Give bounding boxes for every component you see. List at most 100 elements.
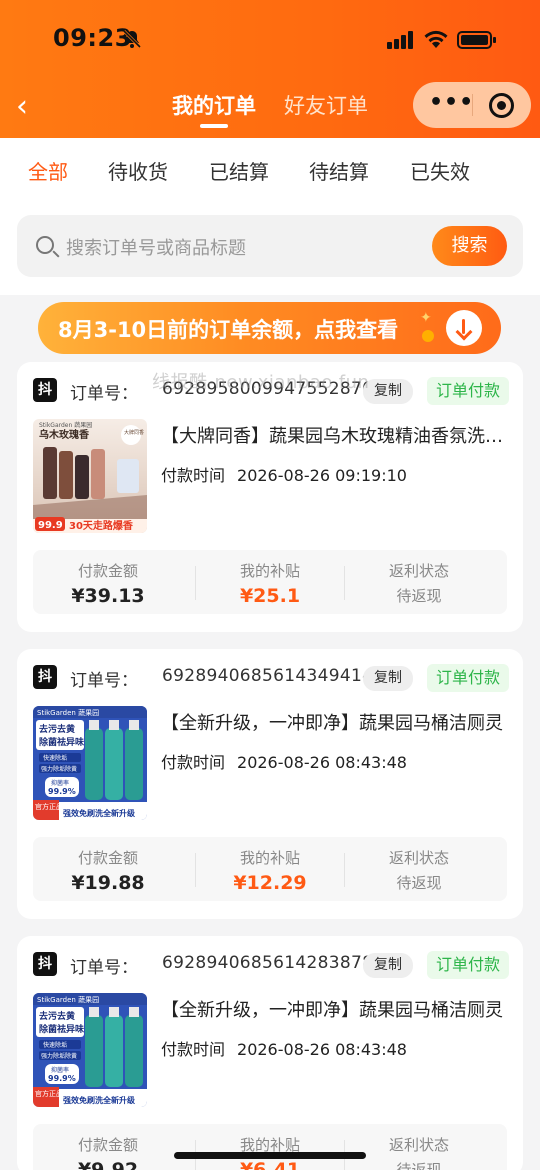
copy-button[interactable]: 复制	[363, 379, 413, 404]
copy-button[interactable]: 复制	[363, 666, 413, 691]
pay-time-value: 2026-08-26 09:19:10	[237, 466, 407, 485]
capsule-divider	[472, 94, 473, 116]
tab-friend-orders[interactable]: 好友订单	[284, 90, 368, 120]
stat-subsidy: 我的补贴 ¥12.29	[195, 847, 345, 894]
filter-tab-pending-settlement[interactable]: 待结算	[309, 156, 369, 185]
thumb-name: 乌木玫瑰香	[39, 428, 89, 441]
status-badge: 订单付款	[427, 664, 509, 692]
thumb-tag1: 快速除垢	[43, 754, 67, 762]
back-chevron-icon[interactable]: ‹	[16, 92, 28, 122]
stat-subsidy: 我的补贴 ¥25.1	[195, 560, 345, 607]
copy-button[interactable]: 复制	[363, 953, 413, 978]
filter-tab-pending-receipt[interactable]: 待收货	[108, 156, 168, 185]
filter-tab-invalid[interactable]: 已失效	[410, 156, 470, 185]
battery-icon	[457, 31, 496, 49]
filter-tab-settled[interactable]: 已结算	[209, 156, 269, 185]
pay-time-row: 付款时间 2026-08-26 09:19:10	[161, 462, 407, 486]
order-number: 6928940685614283878	[162, 953, 374, 973]
thumb-tag2: 强力除垢除黄	[41, 1052, 77, 1060]
order-card: 抖 订单号： 6928940685614349414 复制 订单付款 StikG…	[17, 649, 523, 919]
pay-time-value: 2026-08-26 08:43:48	[237, 753, 407, 772]
thumb-brand: StikGarden 蔬果园	[37, 995, 99, 1004]
douyin-logo-icon: 抖	[33, 378, 57, 402]
subsidy-value: ¥25.1	[239, 585, 301, 607]
subsidy-label: 我的补贴	[239, 562, 300, 580]
thumb-line2: 除菌祛异味	[39, 1023, 84, 1035]
rebate-status-label: 返利状态	[388, 562, 449, 580]
pay-time-label: 付款时间	[161, 753, 226, 772]
pay-amount-label: 付款金额	[77, 1136, 138, 1154]
stat-pay-amount: 付款金额 ¥9.92	[33, 1134, 183, 1170]
thumb-slogan: 30天走路爆香	[69, 519, 133, 532]
pay-amount-value: ¥39.13	[71, 585, 145, 607]
pay-time-row: 付款时间 2026-08-26 08:43:48	[161, 749, 407, 773]
pay-amount-label: 付款金额	[77, 562, 138, 580]
thumb-tag: 大牌同香	[124, 429, 144, 436]
watermark: 线报酷-new.xianbao.fun	[152, 372, 370, 393]
product-title[interactable]: 【大牌同香】蔬果园乌木玫瑰精油香氛洗衣液	[161, 422, 506, 448]
stat-rebate-status: 返利状态 待返现	[344, 847, 494, 893]
order-stats: 付款金额 ¥39.13 我的补贴 ¥25.1 返利状态 待返现	[33, 550, 507, 614]
douyin-logo-icon: 抖	[33, 665, 57, 689]
thumb-rate: 99.9%	[48, 787, 76, 796]
thumb-slogan: 强效免刷洗全新升级	[63, 808, 136, 818]
thumb-price: 99.9	[38, 520, 63, 531]
product-thumbnail[interactable]: StikGarden 蔬果园 乌木玫瑰香 大牌同香 99.9 30天走路爆香	[33, 419, 147, 533]
subsidy-value: ¥12.29	[233, 872, 307, 894]
pay-time-label: 付款时间	[161, 1040, 226, 1059]
status-badge: 订单付款	[427, 377, 509, 405]
target-icon[interactable]	[489, 93, 514, 118]
rebate-status-label: 返利状态	[388, 1136, 449, 1154]
thumb-line2: 除菌祛异味	[39, 736, 84, 748]
thumb-line1: 去污去黄	[39, 723, 75, 735]
stat-pay-amount: 付款金额 ¥39.13	[33, 560, 183, 607]
more-dots-icon[interactable]: •••	[429, 90, 474, 115]
order-number-label: 订单号：	[70, 671, 138, 691]
sparkle-icon: ✦	[420, 310, 432, 326]
rebate-status-value: 待返现	[396, 874, 442, 892]
order-number-label: 订单号：	[70, 958, 138, 978]
stat-pay-amount: 付款金额 ¥19.88	[33, 847, 183, 894]
stat-rebate-status: 返利状态 待返现	[344, 560, 494, 606]
product-thumbnail[interactable]: StikGarden 蔬果园 去污去黄 除菌祛异味 快速除垢 强力除垢除黄 抑菌…	[33, 706, 147, 820]
pay-amount-value: ¥9.92	[77, 1159, 139, 1170]
status-badge: 订单付款	[427, 951, 509, 979]
stat-rebate-status: 返利状态 待返现	[344, 1134, 494, 1170]
thumb-official: 官方正品	[35, 802, 63, 811]
arrow-down-circle-icon[interactable]	[446, 310, 482, 346]
tab-my-orders[interactable]: 我的订单	[172, 90, 256, 120]
product-thumbnail[interactable]: StikGarden 蔬果园 去污去黄 除菌祛异味 快速除垢 强力除垢除黄 抑菌…	[33, 993, 147, 1107]
order-number-label: 订单号：	[70, 384, 138, 404]
product-title[interactable]: 【全新升级，一冲即净】蔬果园马桶洁厕灵	[161, 709, 506, 735]
pay-amount-value: ¥19.88	[71, 872, 145, 894]
order-stats: 付款金额 ¥9.92 我的补贴 ¥6.41 返利状态 待返现	[33, 1124, 507, 1170]
rebate-status-value: 待返现	[396, 587, 442, 605]
product-title[interactable]: 【全新升级，一冲即净】蔬果园马桶洁厕灵	[161, 996, 506, 1022]
rebate-status-label: 返利状态	[388, 849, 449, 867]
order-number: 6928940685614349414	[162, 666, 374, 686]
thumb-rate-label: 抑菌率	[51, 779, 69, 787]
home-indicator[interactable]	[174, 1152, 366, 1159]
thumb-tag1: 快速除垢	[43, 1041, 67, 1049]
thumb-official: 官方正品	[35, 1089, 63, 1098]
pay-time-label: 付款时间	[161, 466, 226, 485]
search-button[interactable]: 搜索	[432, 226, 507, 266]
search-placeholder[interactable]: 搜索订单号或商品标题	[66, 234, 246, 260]
thumb-tag2: 强力除垢除黄	[41, 765, 77, 773]
thumb-rate-label: 抑菌率	[51, 1066, 69, 1074]
cellular-signal-icon	[387, 31, 413, 49]
thumb-slogan: 强效免刷洗全新升级	[63, 1095, 136, 1105]
pay-time-row: 付款时间 2026-08-26 08:43:48	[161, 1036, 407, 1060]
rebate-status-value: 待返现	[396, 1161, 442, 1170]
order-stats: 付款金额 ¥19.88 我的补贴 ¥12.29 返利状态 待返现	[33, 837, 507, 901]
filter-tab-all[interactable]: 全部	[28, 156, 68, 185]
douyin-logo-icon: 抖	[33, 952, 57, 976]
thumb-brand: StikGarden 蔬果园	[37, 708, 99, 717]
pay-time-value: 2026-08-26 08:43:48	[237, 1040, 407, 1059]
wifi-icon	[424, 30, 448, 48]
search-icon	[36, 236, 54, 254]
thumb-rate: 99.9%	[48, 1074, 76, 1083]
subsidy-label: 我的补贴	[239, 849, 300, 867]
status-time: 09:23	[53, 24, 132, 52]
bell-muted-icon	[122, 29, 142, 49]
